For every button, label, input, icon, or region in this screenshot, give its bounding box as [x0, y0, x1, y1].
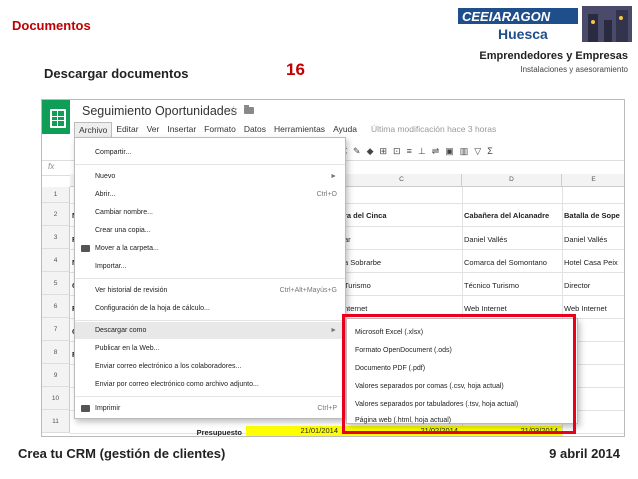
table-cell[interactable]: Daniel Vallés: [464, 235, 560, 244]
filter-icon[interactable]: ▽: [474, 146, 481, 157]
row-header[interactable]: 10: [42, 387, 70, 410]
table-cell[interactable]: ar: [344, 235, 460, 244]
row-header[interactable]: 9: [42, 364, 70, 387]
menu-item-publicar[interactable]: Publicar en la Web...: [75, 340, 345, 357]
menu-bar: Archivo Editar Ver Insertar Formato Dato…: [74, 122, 500, 138]
menu-item-cambiar-nombre[interactable]: Cambiar nombre...: [75, 204, 345, 221]
menu-item-nuevo[interactable]: Nuevo ►: [75, 168, 345, 185]
column-header-e[interactable]: E: [562, 174, 624, 187]
row-header[interactable]: 7: [42, 318, 70, 341]
folder-icon: [81, 245, 90, 252]
row-header[interactable]: 1: [42, 187, 70, 203]
table-cell[interactable]: Director: [564, 281, 624, 290]
menu-item-historial[interactable]: Ver historial de revisión Ctrl+Alt+Mayús+…: [75, 282, 345, 299]
slide-title: Documentos: [12, 18, 91, 33]
menu-item-mover-carpeta[interactable]: Mover a la carpeta...: [75, 240, 345, 257]
menu-datos[interactable]: Datos: [240, 122, 270, 138]
menu-item-abrir[interactable]: Abrir... Ctrl+O: [75, 186, 345, 203]
row-header[interactable]: 5: [42, 272, 70, 295]
functions-icon[interactable]: Σ: [487, 146, 493, 156]
valign-icon[interactable]: ⊥: [418, 146, 426, 157]
menu-item-crear-copia[interactable]: Crear una copia...: [75, 222, 345, 239]
ceei-logo: CEEIARAGON Huesca: [458, 6, 632, 42]
table-cell[interactable]: Daniel Vallés: [564, 235, 624, 244]
table-cell[interactable]: Técnico Turismo: [464, 281, 560, 290]
row-header[interactable]: 6: [42, 295, 70, 318]
budget-label[interactable]: Presupuesto: [172, 428, 242, 436]
menu-archivo[interactable]: Archivo: [74, 122, 113, 138]
slide-subtitle: Descargar documentos: [44, 66, 189, 81]
menu-ver[interactable]: Ver: [143, 122, 164, 138]
folder-icon[interactable]: [244, 105, 254, 114]
wrap-icon[interactable]: ⇌: [432, 146, 440, 157]
comment-icon[interactable]: ▣: [445, 146, 454, 157]
table-cell[interactable]: Turismo: [344, 281, 460, 290]
brand-tagline: Emprendedores y Empresas: [479, 50, 628, 62]
logo-text-ceei: CEEIARAGON: [462, 9, 551, 24]
file-menu: Compartir... Nuevo ► Abrir... Ctrl+O Cambi…: [74, 137, 346, 419]
menu-formato[interactable]: Formato: [200, 122, 240, 138]
star-icon[interactable]: ☆: [228, 103, 239, 117]
paint-format-icon[interactable]: ✎: [353, 146, 361, 157]
menu-editar[interactable]: Editar: [112, 122, 142, 138]
table-cell[interactable]: a Sobrarbe: [344, 258, 460, 267]
menu-item-imprimir[interactable]: Imprimir Ctrl+P: [75, 400, 345, 417]
table-cell[interactable]: Cabañera del Alcanadre: [464, 211, 560, 220]
last-modified-status[interactable]: Última modificación hace 3 horas: [361, 122, 500, 138]
menu-ayuda[interactable]: Ayuda: [329, 122, 361, 138]
printer-icon: [81, 405, 90, 412]
spreadsheet-screenshot: Seguimiento Oportunidades ☆ Archivo Edit…: [41, 99, 625, 437]
menu-item-compartir[interactable]: Compartir...: [75, 144, 345, 161]
row-header[interactable]: 11: [42, 410, 70, 433]
row-header[interactable]: 3: [42, 226, 70, 249]
menu-insertar[interactable]: Insertar: [163, 122, 200, 138]
table-cell[interactable]: Hotel Casa Peix: [564, 258, 624, 267]
fill-color-icon[interactable]: ◆: [367, 146, 374, 157]
table-cell[interactable]: Web Internet: [464, 304, 560, 313]
menu-item-importar[interactable]: Importar...: [75, 258, 345, 275]
menu-item-correo-adjunto[interactable]: Enviar por correo electrónico como archi…: [75, 376, 345, 393]
menu-herramientas[interactable]: Herramientas: [270, 122, 329, 138]
menu-item-correo-colaboradores[interactable]: Enviar correo electrónico a los colabora…: [75, 358, 345, 375]
budget-date-cell[interactable]: 21/01/2014: [246, 426, 342, 436]
align-icon[interactable]: ≡: [407, 146, 412, 156]
sheets-logo-icon[interactable]: [42, 100, 70, 134]
toolbar: € ✎ ◆ ⊞ ⊡ ≡ ⊥ ⇌ ▣ ▥ ▽ Σ: [342, 142, 624, 160]
formula-icon: fx: [48, 162, 55, 171]
submenu-arrow-icon: ►: [330, 173, 337, 180]
submenu-arrow-icon: ►: [330, 327, 337, 334]
logo-text-huesca: Huesca: [498, 26, 548, 42]
chart-icon[interactable]: ▥: [460, 146, 469, 157]
document-title[interactable]: Seguimiento Oportunidades: [82, 104, 237, 118]
slide-number: 16: [286, 60, 305, 79]
row-header[interactable]: 4: [42, 249, 70, 272]
row-header[interactable]: 2: [42, 203, 70, 226]
table-cell[interactable]: Comarca del Somontano: [464, 258, 560, 267]
brand-subtagline: Instalaciones y asesoramiento: [520, 65, 628, 74]
table-cell[interactable]: Batalla de Sope: [564, 211, 624, 220]
borders-icon[interactable]: ⊞: [379, 146, 387, 157]
merge-icon[interactable]: ⊡: [393, 146, 401, 157]
column-header-d[interactable]: D: [462, 174, 562, 187]
column-header-c[interactable]: C: [342, 174, 462, 187]
row-header[interactable]: 8: [42, 341, 70, 364]
footer-course-title: Crea tu CRM (gestión de clientes): [18, 446, 226, 461]
table-cell[interactable]: ra del Cinca: [344, 211, 460, 220]
menu-item-configuracion[interactable]: Configuración de la hoja de cálculo...: [75, 300, 345, 317]
menu-item-descargar-como[interactable]: Descargar como ►: [75, 322, 345, 339]
table-cell[interactable]: nternet: [344, 304, 460, 313]
table-cell[interactable]: Web Internet: [564, 304, 624, 313]
footer-date: 9 abril 2014: [549, 446, 620, 461]
highlight-box: [342, 314, 576, 434]
